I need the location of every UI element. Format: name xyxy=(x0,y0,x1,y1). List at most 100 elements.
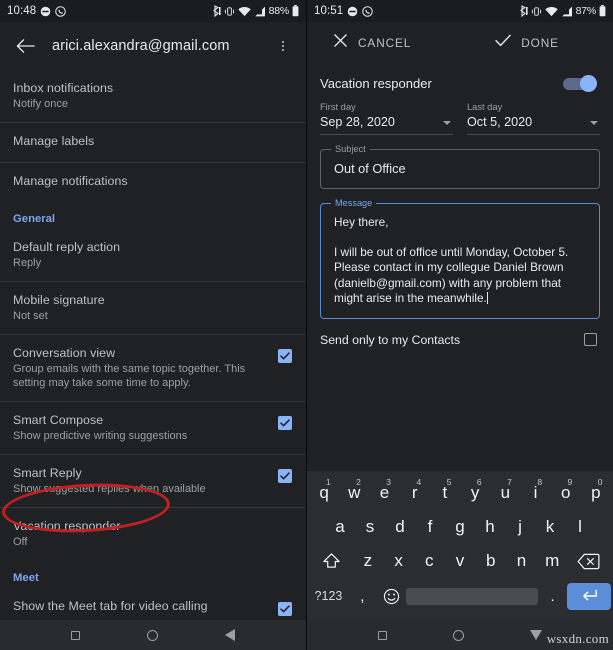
message-legend: Message xyxy=(331,198,377,208)
chevron-down-icon[interactable] xyxy=(443,121,451,125)
right-phone-panel: 10:51 87% CANCEL DONE Vacation responder… xyxy=(307,0,613,650)
key-w[interactable]: 2w xyxy=(339,476,369,510)
row-subtitle: Show predictive writing suggestions xyxy=(13,430,188,442)
battery-icon xyxy=(599,5,606,17)
battery-icon xyxy=(292,5,299,17)
key-v[interactable]: v xyxy=(445,544,476,578)
settings-row-default-reply-action[interactable]: Default reply action Reply xyxy=(0,229,306,282)
key-u[interactable]: 7u xyxy=(490,476,520,510)
key-e[interactable]: 3e xyxy=(369,476,399,510)
symbols-key[interactable]: ?123 xyxy=(309,578,348,614)
key-sup: 2 xyxy=(356,477,361,487)
settings-row-inbox-notifications[interactable]: Inbox notifications Notify once xyxy=(0,70,306,123)
key-b[interactable]: b xyxy=(475,544,506,578)
key-g[interactable]: g xyxy=(445,510,475,544)
key-r[interactable]: 4r xyxy=(400,476,430,510)
signal-icon xyxy=(254,6,266,17)
settings-row-manage-labels[interactable]: Manage labels xyxy=(0,123,306,163)
site-watermark: wsxdn.com xyxy=(546,631,609,646)
recents-square-icon[interactable] xyxy=(378,630,387,640)
vacation-responder-toggle[interactable] xyxy=(563,74,597,92)
row-title: Manage notifications xyxy=(13,174,128,188)
row-subtitle: Group emails with the same topic togethe… xyxy=(13,363,246,389)
row-subtitle: Off xyxy=(13,536,28,548)
key-z[interactable]: z xyxy=(352,544,383,578)
send-only-contacts-checkbox[interactable] xyxy=(584,333,597,346)
key-c[interactable]: c xyxy=(414,544,445,578)
conversation-view-checkbox[interactable] xyxy=(278,349,292,363)
key-l[interactable]: l xyxy=(565,510,595,544)
left-nav-bar xyxy=(0,620,306,650)
done-button[interactable]: DONE xyxy=(495,34,559,52)
space-key[interactable] xyxy=(405,578,539,614)
settings-row-smart-compose[interactable]: Smart Compose Show predictive writing su… xyxy=(0,402,306,455)
back-arrow-icon[interactable] xyxy=(12,33,38,59)
send-only-contacts-row[interactable]: Send only to my Contacts xyxy=(307,319,613,347)
section-header-meet: Meet xyxy=(13,572,39,584)
key-d[interactable]: d xyxy=(385,510,415,544)
subject-input[interactable]: Subject Out of Office xyxy=(320,144,600,189)
key-sup: 3 xyxy=(386,477,392,487)
subject-legend: Subject xyxy=(331,144,370,154)
keyboard-row-1: 1q 2w 3e 4r 5t 6y 7u 8i 9o 0p xyxy=(309,476,611,510)
row-title: Show the Meet tab for video calling xyxy=(13,599,208,613)
row-subtitle: Reply xyxy=(13,257,42,269)
left-app-bar: arici.alexandra@gmail.com xyxy=(0,22,306,70)
cancel-button[interactable]: CANCEL xyxy=(333,33,411,53)
key-sup: 6 xyxy=(476,477,482,487)
row-title: Manage labels xyxy=(13,134,95,148)
do-not-disturb-icon xyxy=(40,6,51,17)
key-sup: 5 xyxy=(446,477,452,487)
message-input[interactable]: Message Hey there, I will be out of offi… xyxy=(320,198,600,319)
back-triangle-icon[interactable] xyxy=(224,629,235,641)
smart-reply-checkbox[interactable] xyxy=(278,469,292,483)
settings-row-mobile-signature[interactable]: Mobile signature Not set xyxy=(0,282,306,335)
key-sup: 9 xyxy=(567,477,573,487)
chevron-down-icon[interactable] xyxy=(590,121,598,125)
back-triangle-icon[interactable] xyxy=(530,630,542,640)
settings-row-vacation-responder[interactable]: Vacation responder Off xyxy=(0,508,306,560)
smart-compose-checkbox[interactable] xyxy=(278,416,292,430)
key-f[interactable]: f xyxy=(415,510,445,544)
status-time: 10:51 xyxy=(314,5,344,17)
shift-arrow-icon[interactable] xyxy=(311,544,352,578)
wifi-icon xyxy=(237,6,251,17)
first-day-field[interactable]: First day Sep 28, 2020 xyxy=(320,102,453,135)
key-x[interactable]: x xyxy=(383,544,414,578)
more-vert-icon[interactable] xyxy=(272,40,294,53)
emoji-smiley-icon[interactable] xyxy=(377,578,406,614)
settings-row-conversation-view[interactable]: Conversation view Group emails with the … xyxy=(0,335,306,402)
key-j[interactable]: j xyxy=(505,510,535,544)
settings-row-smart-reply[interactable]: Smart Reply Show suggested replies when … xyxy=(0,455,306,508)
row-title: Smart Compose xyxy=(13,413,104,427)
key-a[interactable]: a xyxy=(325,510,355,544)
last-day-field[interactable]: Last day Oct 5, 2020 xyxy=(467,102,600,135)
home-circle-icon[interactable] xyxy=(146,629,158,641)
key-q[interactable]: 1q xyxy=(309,476,339,510)
meet-tab-checkbox[interactable] xyxy=(278,602,292,616)
key-n[interactable]: n xyxy=(506,544,537,578)
keyboard-row-2: a s d f g h j k l xyxy=(309,510,611,544)
key-k[interactable]: k xyxy=(535,510,565,544)
backspace-icon[interactable] xyxy=(568,544,609,578)
comma-key[interactable]: , xyxy=(348,578,377,614)
last-day-caption: Last day xyxy=(467,102,503,112)
bluetooth-icon xyxy=(519,5,528,17)
keyboard-row-3: z x c v b n m xyxy=(309,544,611,578)
settings-row-manage-notifications[interactable]: Manage notifications xyxy=(0,163,306,203)
vacation-responder-toggle-row[interactable]: Vacation responder xyxy=(307,64,613,102)
key-i[interactable]: 8i xyxy=(520,476,550,510)
key-y[interactable]: 6y xyxy=(460,476,490,510)
key-s[interactable]: s xyxy=(355,510,385,544)
vibrate-icon xyxy=(224,6,235,17)
recents-square-icon[interactable] xyxy=(71,630,81,640)
home-circle-icon[interactable] xyxy=(453,629,464,641)
key-m[interactable]: m xyxy=(537,544,568,578)
key-t[interactable]: 5t xyxy=(430,476,460,510)
key-h[interactable]: h xyxy=(475,510,505,544)
enter-return-icon[interactable] xyxy=(567,578,612,614)
period-key[interactable]: . xyxy=(538,578,567,614)
key-p[interactable]: 0p xyxy=(581,476,611,510)
key-o[interactable]: 9o xyxy=(551,476,581,510)
on-screen-keyboard: 1q 2w 3e 4r 5t 6y 7u 8i 9o 0p a s d f g … xyxy=(307,471,613,620)
